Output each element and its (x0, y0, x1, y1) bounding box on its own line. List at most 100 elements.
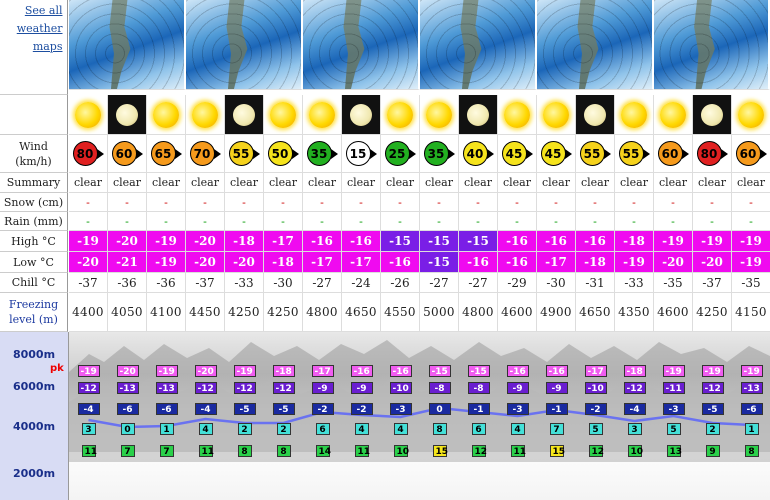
chill-cell: -37 (69, 273, 108, 293)
high-temp-cell: -17 (264, 231, 303, 252)
wind-cell: 15 (342, 135, 381, 173)
wind-cell: 35 (420, 135, 459, 173)
wind-speed-badge: 35 (306, 141, 338, 166)
chart-temp-badge-row2: -12 (194, 382, 217, 394)
wind-row: Wind (km/h) 80 60 65 70 55 50 35 15 25 35 40 45 45 55… (0, 135, 770, 173)
freezing-level-cell: 4450 (186, 293, 225, 332)
weather-map-thumbnail[interactable] (654, 0, 770, 90)
chart-temp-badge-row1: -19 (701, 365, 724, 377)
low-temp-cell: -18 (576, 252, 615, 273)
freezing-level-cell: 4800 (303, 293, 342, 332)
chart-temp-badge-row5: 8 (276, 445, 291, 457)
chart-temp-badge-row1: -19 (740, 365, 763, 377)
weather-map-thumbnail[interactable] (420, 0, 537, 90)
summary-cell: clear (498, 173, 537, 193)
wind-speed-badge: 60 (735, 141, 767, 166)
summary-cell: clear (225, 173, 264, 193)
chill-cell: -26 (381, 273, 420, 293)
clear-day-icon (660, 101, 686, 128)
chill-row: Chill °C -37 -36 -36 -37 -33 -30 -27 -24 -26 -27-… (0, 273, 770, 293)
wind-speed-badge: 60 (657, 141, 689, 166)
snow-cell: - (342, 193, 381, 212)
maps-row: See all weather maps (0, 0, 770, 95)
wind-speed-badge: 45 (501, 141, 533, 166)
wind-speed-badge: 25 (384, 141, 416, 166)
summary-cell: clear (303, 173, 342, 193)
chart-temp-badge-row5: 9 (705, 445, 720, 457)
snow-cell: - (576, 193, 615, 212)
wind-speed-badge: 15 (345, 141, 377, 166)
clear-day-icon (270, 101, 296, 128)
weather-map-thumbnail[interactable] (186, 0, 303, 90)
chart-temp-badge-row2: -12 (623, 382, 646, 394)
snow-label: Snow (cm) (0, 193, 68, 212)
high-temp-cell: -19 (654, 231, 693, 252)
sun-icon-cell (615, 95, 654, 135)
chart-temp-badge-row2: -9 (506, 382, 529, 394)
chart-temp-badge-row2: -9 (350, 382, 373, 394)
low-temp-cell: -20 (693, 252, 732, 273)
chart-temp-badge-row3: -6 (740, 403, 763, 415)
high-temp-cell: -16 (342, 231, 381, 252)
chart-temp-badge-row3: -3 (389, 403, 412, 415)
high-temp-cell: -16 (576, 231, 615, 252)
wind-cell: 55 (225, 135, 264, 173)
chart-temp-badge-row1: -20 (194, 365, 217, 377)
summary-cell: clear (576, 173, 615, 193)
high-temp-cell: -19 (732, 231, 770, 252)
clear-day-icon (387, 101, 413, 128)
weather-map-thumbnail[interactable] (303, 0, 420, 90)
summary-cell: clear (342, 173, 381, 193)
chart-temp-badge-row5: 14 (315, 445, 331, 457)
summary-cell: clear (186, 173, 225, 193)
moon-icon-cell (459, 95, 498, 135)
wind-speed-badge: 40 (462, 141, 494, 166)
snow-cell: - (225, 193, 264, 212)
wind-cell: 45 (498, 135, 537, 173)
chart-temp-badge-row3: -1 (467, 403, 490, 415)
wind-cell: 25 (381, 135, 420, 173)
chart-temp-badge-row3: -2 (350, 403, 373, 415)
high-temp-cell: -15 (459, 231, 498, 252)
high-temp-cell: -15 (420, 231, 459, 252)
high-temp-cell: -16 (537, 231, 576, 252)
chart-temp-badge-row5: 8 (744, 445, 759, 457)
chart-temp-badge-row5: 15 (549, 445, 565, 457)
clear-day-icon (426, 101, 452, 128)
chart-temp-badge-row1: -15 (428, 365, 451, 377)
summary-cell: clear (537, 173, 576, 193)
low-temp-cell: -16 (459, 252, 498, 273)
rain-row: Rain (mm) ------------------ (0, 212, 770, 231)
low-temp-row: Low °C -20 -21 -19 -20 -20 -18 -17 -17 -16 -15 -16… (0, 252, 770, 273)
rain-label: Rain (mm) (0, 212, 68, 231)
snow-cell: - (615, 193, 654, 212)
snow-cell: - (537, 193, 576, 212)
high-temp-cell: -18 (615, 231, 654, 252)
chart-temp-badge-row2: -10 (389, 382, 412, 394)
low-temp-cell: -17 (342, 252, 381, 273)
clear-night-icon (233, 103, 255, 126)
low-temp-cell: -17 (537, 252, 576, 273)
chart-temp-badge-row1: -18 (272, 365, 295, 377)
freezing-level-cell: 4150 (732, 293, 770, 332)
chart-temp-badge-row4: 4 (354, 423, 369, 435)
wind-cell: 80 (693, 135, 732, 173)
weather-map-thumbnail[interactable] (537, 0, 654, 90)
weather-map-thumbnail[interactable] (69, 0, 186, 90)
chill-cell: -36 (147, 273, 186, 293)
chart-temp-badge-row5: 13 (666, 445, 682, 457)
chart-temp-badge-row5: 11 (81, 445, 97, 457)
chart-temp-badge-row3: -6 (155, 403, 178, 415)
snow-cell: - (459, 193, 498, 212)
rain-cell: - (576, 212, 615, 231)
freezing-level-cell: 4600 (654, 293, 693, 332)
see-all-maps-link[interactable]: See all weather maps (11, 2, 63, 56)
low-temp-cell: -20 (225, 252, 264, 273)
snow-cell: - (186, 193, 225, 212)
sun-icon-cell (147, 95, 186, 135)
chart-temp-badge-row1: -19 (77, 365, 100, 377)
axis-label-8000: 8000m (12, 348, 56, 361)
clear-day-icon (309, 101, 335, 128)
low-temp-cell: -19 (732, 252, 770, 273)
chart-temp-badge-row5: 12 (471, 445, 487, 457)
